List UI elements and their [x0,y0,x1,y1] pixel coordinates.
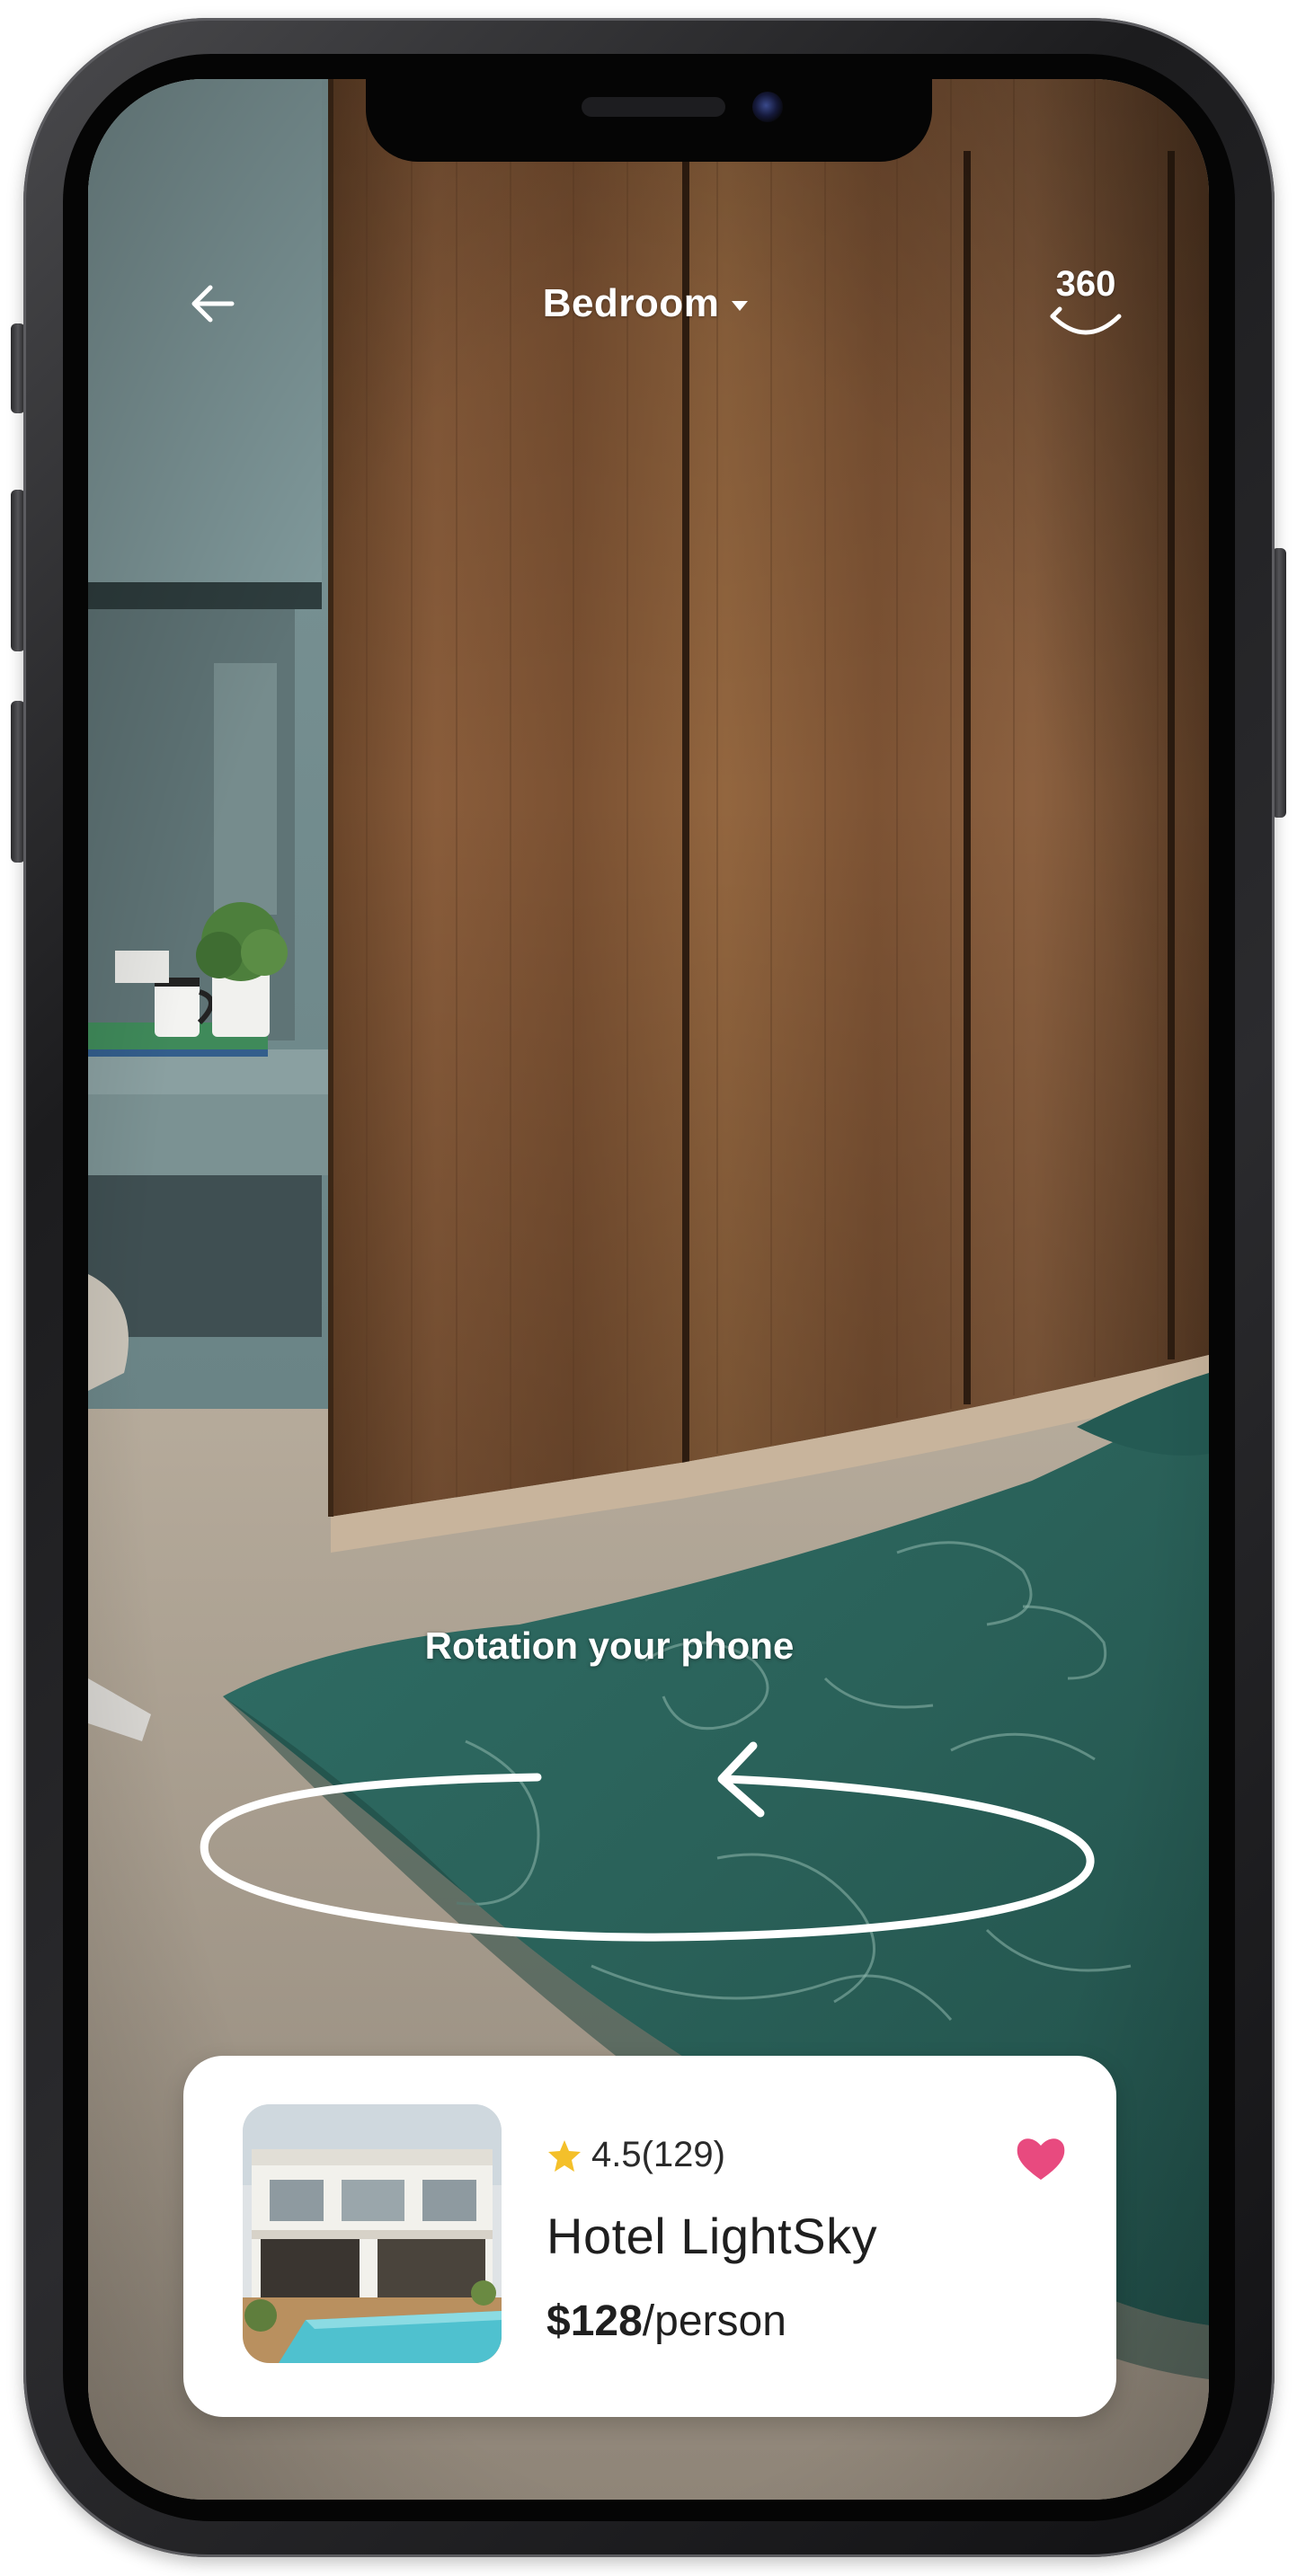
star-icon [548,2139,581,2172]
room-selector-dropdown[interactable]: Bedroom [457,277,834,331]
hotel-name: Hotel LightSky [546,2208,878,2264]
room-label: Bedroom [542,281,720,325]
front-camera [752,92,783,122]
back-button[interactable] [178,268,250,340]
screen[interactable]: Rotation your phone Bedroom 360 4.5(129)… [88,79,1209,2500]
heart-icon [1017,2138,1065,2180]
arrow-left-icon [191,285,235,323]
favorite-button[interactable] [1007,2124,1075,2192]
360-view-icon [1050,306,1122,335]
rating: 4.5(129) [546,2135,725,2175]
price-unit: /person [642,2297,786,2345]
notch [366,79,932,162]
price-amount: $128 [546,2297,643,2345]
hotel-photo [243,2104,502,2363]
rotation-hint-text: Rotation your phone [424,1624,795,1667]
price: $128/person [546,2297,786,2346]
hotel-card[interactable]: 4.5(129) Hotel LightSky $128/person [183,2056,1116,2417]
rating-value: 4.5(129) [591,2135,725,2174]
view-360-button[interactable]: 360 [1036,259,1135,349]
caret-down-icon [732,300,749,311]
speaker-grille [582,97,725,117]
